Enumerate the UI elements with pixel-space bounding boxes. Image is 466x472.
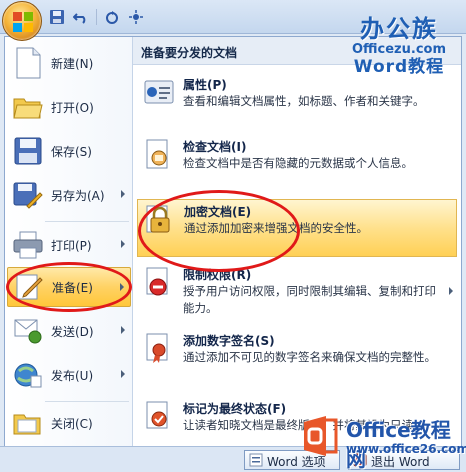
submenu-item-title: 添加数字签名(S) [183, 334, 275, 348]
prepare-submenu: 准备要分发的文档 属性(P) 查看和编辑文档属性，如标题、作者和关键字。 检查文… [133, 37, 461, 447]
chevron-right-icon [449, 287, 453, 295]
menu-item-save[interactable]: 保存(S) [7, 131, 131, 171]
menu-item-label: 打开(O) [51, 100, 94, 115]
save-icon [50, 10, 64, 24]
menu-left-pane: 新建(N) 打开(O) 保存(S) 另存为(A) 打印(P) 准备(E) 发送(… [5, 37, 133, 447]
menu-item-label: 准备(E) [52, 280, 93, 295]
brand-watermark: 办公族 Officezu.com Word教程 [340, 16, 458, 77]
encrypt-lock-icon [146, 205, 170, 233]
submenu-item-description: 通过添加不可见的数字签名来确保文档的完整性。 [183, 350, 436, 364]
office-button[interactable] [2, 1, 42, 41]
close-folder-icon [13, 414, 41, 435]
menu-item-label: 新建(N) [51, 56, 94, 71]
quick-access-toolbar [48, 7, 145, 27]
submenu-item-restrict[interactable]: 限制权限(R) 授予用户访问权限，同时限制其编辑、复制和打印能力。 [137, 263, 457, 321]
new-document-icon [16, 47, 41, 79]
menu-item-send[interactable]: 发送(D) [7, 311, 131, 351]
undo-button[interactable] [72, 8, 90, 26]
menu-item-label: 另存为(A) [51, 188, 105, 203]
chevron-right-icon [120, 283, 124, 291]
menu-item-save-as[interactable]: 另存为(A) [7, 175, 131, 215]
brand-url: Officezu.com [351, 42, 446, 57]
menu-item-print[interactable]: 打印(P) [7, 225, 131, 265]
watermark-url: www.office26.com [346, 442, 466, 456]
office-logo-icon [13, 12, 33, 32]
menu-item-label: 发布(U) [51, 368, 94, 383]
menu-item-label: 发送(D) [51, 324, 94, 339]
printer-icon [13, 231, 43, 259]
send-icon [14, 319, 42, 344]
menu-item-label: 关闭(C) [51, 416, 93, 431]
submenu-item-signature[interactable]: 添加数字签名(S) 通过添加不可见的数字签名来确保文档的完整性。 [137, 329, 457, 387]
save-quick-button[interactable] [48, 8, 66, 26]
submenu-item-description: 查看和编辑文档属性，如标题、作者和关键字。 [183, 94, 425, 108]
menu-item-open[interactable]: 打开(O) [7, 87, 131, 127]
brand-title: 办公族 [360, 15, 438, 43]
properties-icon [144, 80, 174, 104]
menu-item-close[interactable]: 关闭(C) [7, 403, 131, 443]
chevron-right-icon [121, 326, 125, 334]
digital-signature-icon [146, 333, 168, 363]
menu-separator [45, 401, 129, 402]
chevron-right-icon [121, 370, 125, 378]
submenu-item-description: 授予用户访问权限，同时限制其编辑、复制和打印能力。 [183, 284, 436, 315]
inspect-document-icon [146, 139, 168, 169]
brand-subtitle: Word教程 [353, 57, 445, 77]
menu-item-label: 保存(S) [51, 144, 92, 159]
prepare-pen-icon [16, 274, 43, 300]
undo-icon [73, 13, 86, 24]
open-folder-icon [13, 98, 43, 119]
menu-item-new[interactable]: 新建(N) [7, 43, 131, 83]
submenu-item-encrypt[interactable]: 加密文档(E) 通过添加加密来增强文档的安全性。 [137, 199, 457, 257]
menu-item-label: 打印(P) [51, 238, 92, 253]
save-as-icon [13, 182, 43, 209]
restrict-permission-icon [146, 267, 168, 296]
submenu-item-description: 检查文档中是否有隐藏的元数据或个人信息。 [183, 156, 413, 170]
submenu-item-title: 检查文档(I) [183, 140, 247, 154]
office-menu: 新建(N) 打开(O) 保存(S) 另存为(A) 打印(P) 准备(E) 发送(… [4, 36, 462, 448]
menu-item-publish[interactable]: 发布(U) [7, 355, 131, 395]
options-icon [249, 453, 263, 467]
qat-separator [96, 9, 97, 25]
repeat-button[interactable] [103, 8, 121, 26]
submenu-item-properties[interactable]: 属性(P) 查看和编辑文档属性，如标题、作者和关键字。 [137, 73, 457, 131]
submenu-item-title: 属性(P) [183, 78, 227, 92]
submenu-item-inspect[interactable]: 检查文档(I) 检查文档中是否有隐藏的元数据或个人信息。 [137, 135, 457, 181]
chevron-right-icon [121, 190, 125, 198]
submenu-item-description: 通过添加加密来增强文档的安全性。 [184, 221, 368, 235]
publish-icon [14, 363, 42, 388]
customize-icon [129, 10, 143, 24]
office-watermark-logo-icon [304, 416, 338, 456]
submenu-item-title: 限制权限(R) [183, 268, 252, 282]
site-watermark: Office教程网 www.office26.com [296, 408, 466, 471]
mark-final-icon [146, 401, 168, 429]
submenu-item-title: 加密文档(E) [184, 205, 252, 219]
repeat-icon [106, 11, 118, 24]
save-disk-icon [14, 137, 42, 165]
customize-qat-button[interactable] [127, 8, 145, 26]
menu-item-prepare[interactable]: 准备(E) [7, 267, 131, 307]
chevron-right-icon [121, 240, 125, 248]
menu-separator [45, 221, 129, 222]
